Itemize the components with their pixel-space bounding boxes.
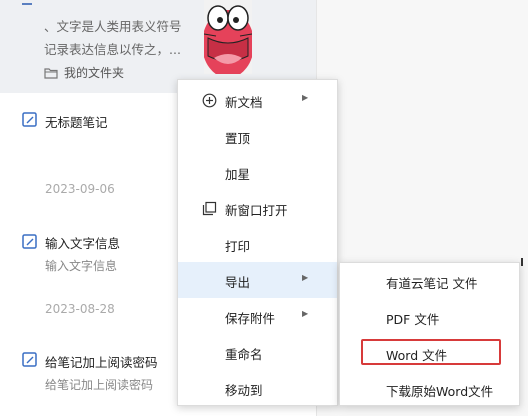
menu-item-move-to[interactable]: 移动到 xyxy=(178,370,337,406)
menu-item-star[interactable]: 加星 xyxy=(178,154,337,190)
folder-icon xyxy=(44,67,58,79)
menu-item-new-document[interactable]: 新文档 ▶ xyxy=(178,82,337,118)
submenu-item-label: PDF 文件 xyxy=(386,312,440,327)
note-title: 给笔记加上阅读密码 xyxy=(45,355,158,370)
note-snippet-line2: 记录表达信息以传之，... xyxy=(44,42,181,57)
context-menu: 新文档 ▶ 置顶 加星 新窗口打开 打印 导出 ▶ 保存附件 ▶ 重命名 移动到 xyxy=(177,79,338,406)
plus-circle-icon xyxy=(202,93,217,108)
menu-item-save-attachment[interactable]: 保存附件 ▶ xyxy=(178,298,337,334)
export-youdao-note[interactable]: 有道云笔记 文件 xyxy=(340,263,519,299)
menu-item-label: 新文档 xyxy=(225,95,263,110)
note-title: 输入文字信息 xyxy=(45,236,121,251)
note-edit-icon xyxy=(22,112,37,127)
submenu-arrow-icon: ▶ xyxy=(302,273,309,282)
menu-item-open-new-window[interactable]: 新窗口打开 xyxy=(178,190,337,226)
note-edit-icon xyxy=(22,352,37,367)
note-subtitle: 输入文字信息 xyxy=(45,259,118,273)
resize-marker xyxy=(521,258,523,266)
annotation-highlight-box xyxy=(361,339,501,365)
export-submenu: 有道云笔记 文件 PDF 文件 Word 文件 下载原始Word文件 xyxy=(339,262,520,406)
menu-item-label: 导出 xyxy=(225,275,251,290)
note-thumbnail xyxy=(204,0,252,74)
menu-item-label: 新窗口打开 xyxy=(225,203,288,218)
menu-item-label: 打印 xyxy=(225,239,251,254)
note-subtitle: 给笔记加上阅读密码 xyxy=(45,378,154,392)
folder-name: 我的文件夹 xyxy=(64,66,125,80)
menu-item-print[interactable]: 打印 xyxy=(178,226,337,262)
menu-item-label: 重命名 xyxy=(225,347,263,362)
note-date: 2023-08-28 xyxy=(45,302,115,316)
menu-item-label: 移动到 xyxy=(225,383,263,398)
note-date: 2023-09-06 xyxy=(45,182,115,196)
submenu-item-label: 下载原始Word文件 xyxy=(386,384,494,399)
new-window-icon xyxy=(202,201,217,216)
menu-item-export[interactable]: 导出 ▶ xyxy=(178,262,337,298)
menu-item-label: 保存附件 xyxy=(225,311,276,326)
submenu-arrow-icon: ▶ xyxy=(302,93,309,102)
note-marker xyxy=(22,3,32,5)
note-snippet-line1: 、文字是人类用表义符号 xyxy=(44,19,182,34)
menu-item-label: 加星 xyxy=(225,167,251,182)
note-title: 无标题笔记 xyxy=(45,115,108,130)
export-download-original-word[interactable]: 下载原始Word文件 xyxy=(340,371,519,407)
export-pdf[interactable]: PDF 文件 xyxy=(340,299,519,335)
submenu-item-label: 有道云笔记 文件 xyxy=(386,276,478,291)
menu-item-label: 置顶 xyxy=(225,131,251,146)
menu-item-pin[interactable]: 置顶 xyxy=(178,118,337,154)
menu-item-rename[interactable]: 重命名 xyxy=(178,334,337,370)
submenu-arrow-icon: ▶ xyxy=(302,309,309,318)
note-edit-icon xyxy=(22,234,37,249)
note-folder: 我的文件夹 xyxy=(44,64,124,81)
